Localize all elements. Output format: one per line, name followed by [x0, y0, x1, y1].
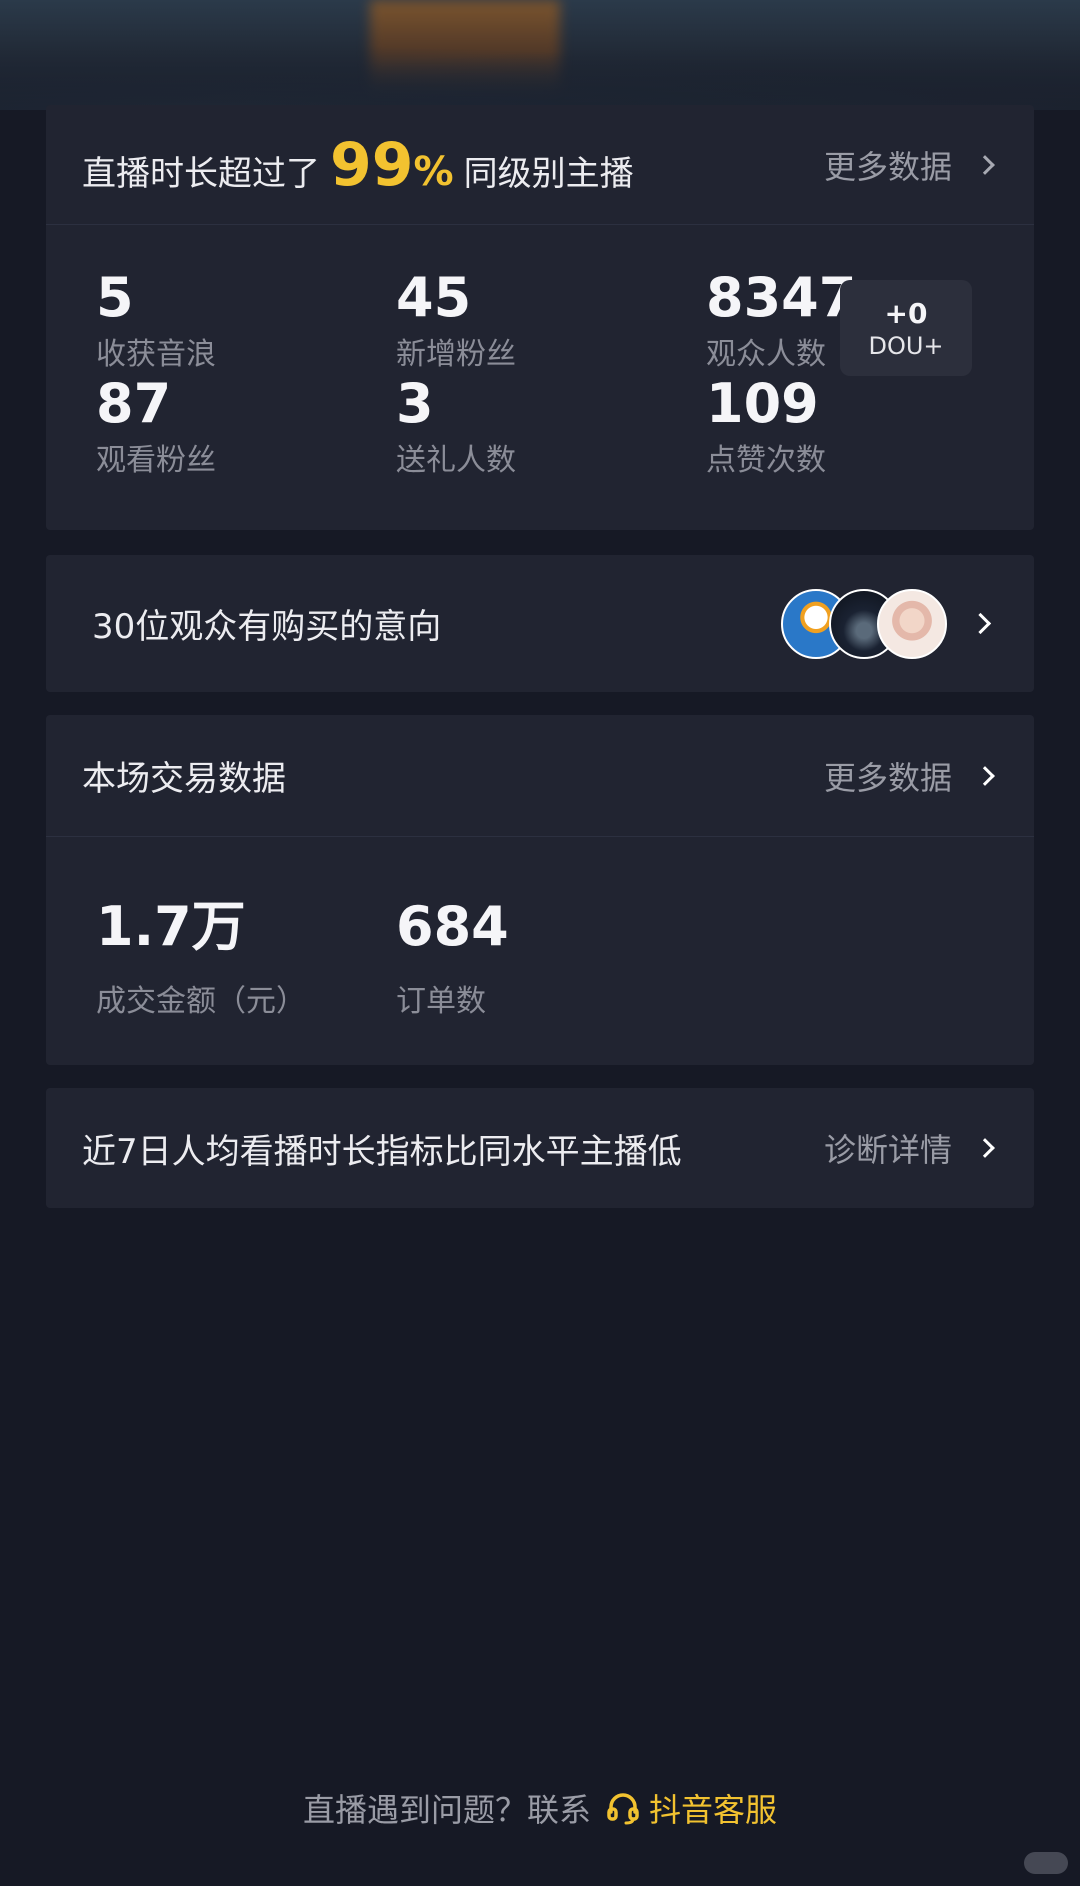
footer-question: 直播遇到问题？联系	[302, 1791, 591, 1829]
stat-value: 8347	[706, 266, 857, 329]
purchase-intent-text: 30位观众有购买的意向	[92, 607, 442, 647]
more-data-label: 更多数据	[823, 758, 952, 797]
trade-data-title: 本场交易数据	[82, 759, 286, 799]
chevron-right-icon	[975, 765, 995, 786]
percent-sign: %	[413, 148, 454, 195]
stat-value: 5	[96, 266, 134, 329]
diagnosis-details-link[interactable]: 诊断详情	[824, 1125, 998, 1171]
stat-label: 成交金额（元）	[96, 984, 306, 1019]
stat-value: 3	[396, 372, 434, 435]
live-summary-header: 直播时长超过了 99% 同级别主播 更多数据	[46, 105, 1034, 225]
stat-gift-senders: 3 送礼人数	[396, 377, 516, 479]
stat-value: 87	[96, 372, 172, 435]
dou-plus-label: DOU+	[868, 331, 944, 360]
customer-service-label: 抖音客服	[649, 1791, 778, 1829]
watermark-logo	[1024, 1852, 1068, 1874]
stat-label: 收获音浪	[96, 337, 216, 372]
diagnosis-details-label: 诊断详情	[823, 1131, 952, 1169]
title-prefix: 直播时长超过了	[82, 153, 320, 194]
header-background	[0, 0, 1080, 110]
stat-label: 订单数	[396, 984, 486, 1019]
stat-label: 点赞次数	[706, 443, 826, 478]
purchase-intent-row[interactable]: 30位观众有购买的意向	[46, 555, 1034, 692]
title-suffix: 同级别主播	[463, 153, 634, 194]
stat-value: 1.7万	[96, 895, 246, 958]
customer-service-link[interactable]: 抖音客服	[605, 1785, 777, 1831]
dou-plus-count: +0	[884, 296, 928, 330]
more-data-label: 更多数据	[823, 147, 952, 186]
chevron-right-icon	[975, 154, 995, 175]
stat-viewers: 8347 观众人数	[706, 271, 856, 373]
live-summary-title: 直播时长超过了 99% 同级别主播	[82, 135, 634, 195]
dou-plus-badge[interactable]: +0 DOU+	[840, 280, 972, 376]
live-stats-grid: 5 收获音浪 45 新增粉丝 8347 观众人数 87 观看粉丝 3 送礼人数 …	[46, 225, 1034, 530]
chevron-right-icon	[975, 1138, 995, 1158]
background-hills	[0, 30, 1080, 110]
live-summary-card: 直播时长超过了 99% 同级别主播 更多数据 5 收获音浪 45 新增粉丝 83…	[46, 105, 1034, 530]
stat-label: 观看粉丝	[96, 443, 216, 478]
stat-likes: 109 点赞次数	[706, 377, 826, 479]
diagnosis-text: 近7日人均看播时长指标比同水平主播低	[82, 1131, 682, 1172]
chevron-right-icon	[969, 612, 992, 635]
diagnosis-row[interactable]: 近7日人均看播时长指标比同水平主播低 诊断详情	[46, 1088, 1034, 1208]
stat-label: 观众人数	[706, 337, 826, 372]
footer-help: 直播遇到问题？联系 抖音客服	[0, 1785, 1080, 1831]
stat-orders: 684 订单数	[396, 900, 509, 1020]
stat-label: 新增粉丝	[396, 337, 516, 372]
stat-value: 109	[706, 372, 819, 435]
purchase-intent-right	[781, 588, 992, 659]
avatar	[877, 588, 947, 659]
stat-sound-waves: 5 收获音浪	[96, 271, 216, 373]
percentile-value: 99%	[330, 135, 454, 195]
trade-data-header: 本场交易数据 更多数据	[46, 715, 1034, 837]
stat-value: 684	[396, 895, 509, 958]
stat-value: 45	[396, 266, 472, 329]
stat-new-followers: 45 新增粉丝	[396, 271, 516, 373]
stat-follower-viewers: 87 观看粉丝	[96, 377, 216, 479]
percent-number: 99	[330, 129, 414, 200]
viewer-avatars	[781, 588, 947, 659]
trade-more-data-link[interactable]: 更多数据	[824, 753, 998, 799]
trade-data-card: 本场交易数据 更多数据 1.7万 成交金额（元） 684 订单数	[46, 715, 1034, 1065]
more-data-link[interactable]: 更多数据	[824, 142, 998, 188]
stat-label: 送礼人数	[396, 443, 516, 478]
stat-gmv: 1.7万 成交金额（元）	[96, 900, 306, 1020]
headset-icon	[607, 1793, 639, 1825]
